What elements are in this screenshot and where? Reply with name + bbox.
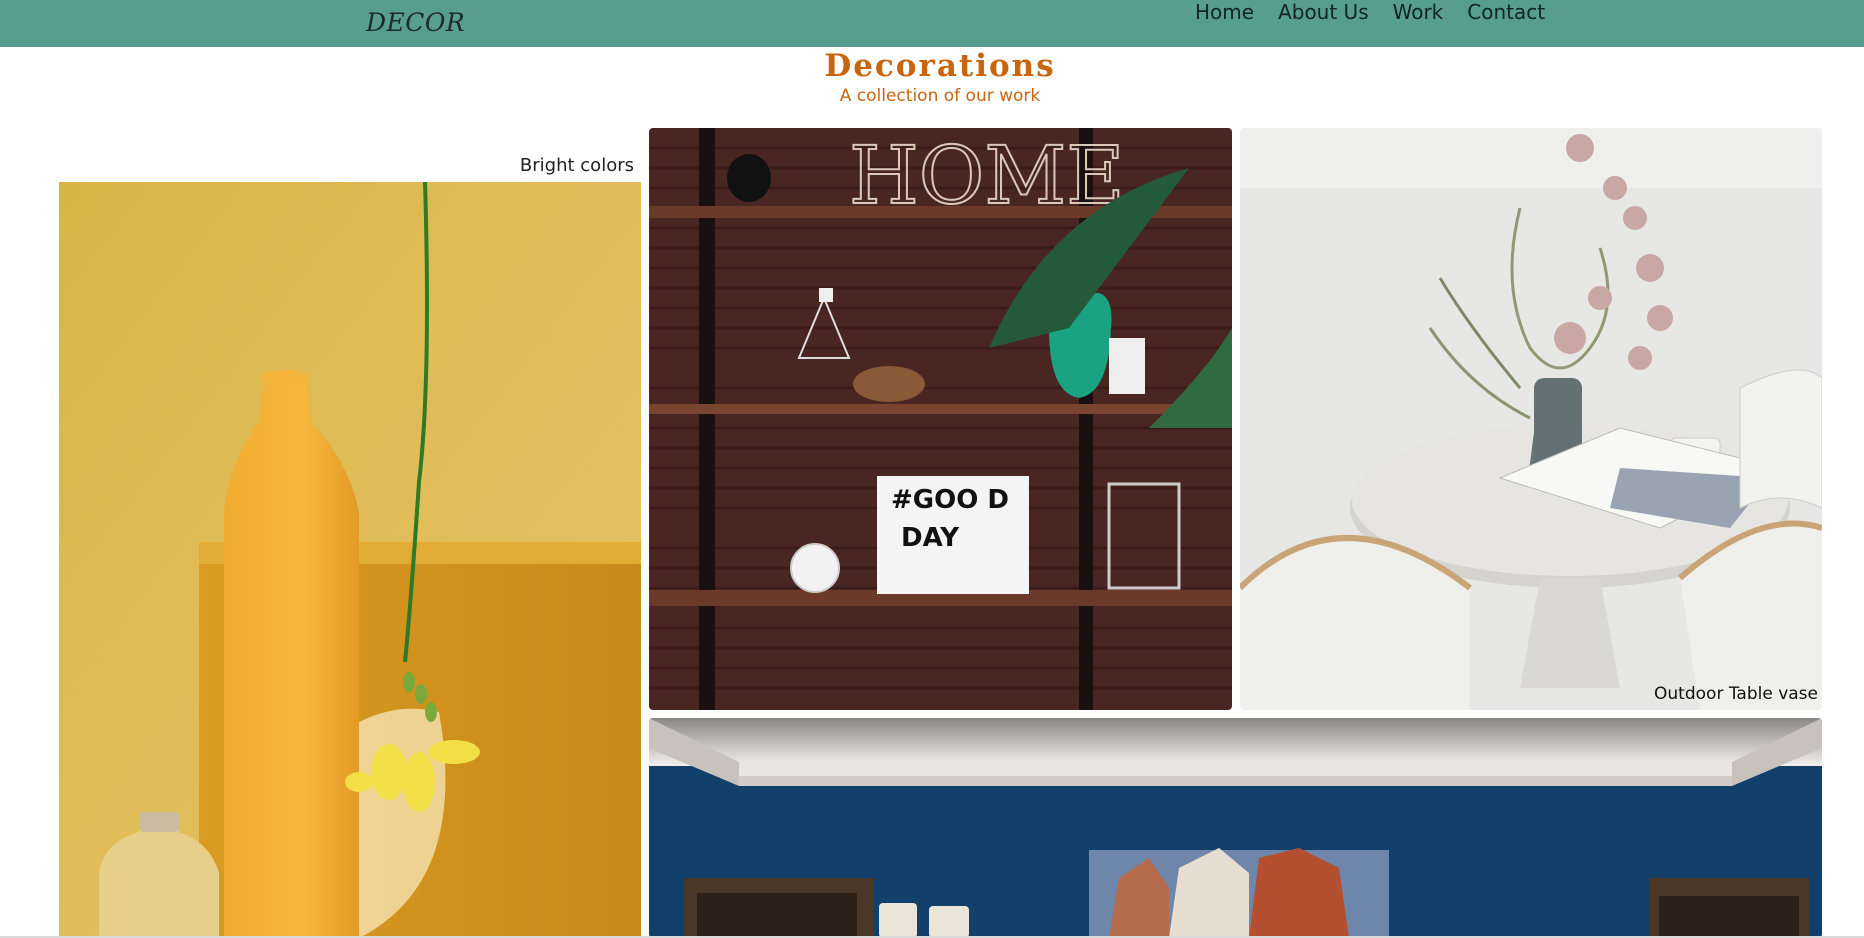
brand-logo[interactable]: DECOR (366, 8, 465, 37)
yellow-vase-illustration (59, 182, 641, 938)
top-navbar: DECOR Home About Us Work Contact (0, 0, 1864, 47)
nav-contact-link[interactable]: Contact (1467, 0, 1545, 24)
page-subtitle: A collection of our work (839, 86, 1041, 106)
outdoor-table-illustration (1240, 128, 1822, 710)
nav-home-link[interactable]: Home (1195, 0, 1254, 24)
caption-outdoor-table-vase: Outdoor Table vase (1654, 684, 1818, 704)
svg-text:#GOO D: #GOO D (891, 485, 1009, 515)
nav-links: Home About Us Work Contact (1195, 0, 1545, 24)
gallery-image-shelf[interactable]: HOME #GOO D DAY (649, 128, 1232, 710)
gallery-image-blue-room[interactable] (649, 718, 1822, 938)
gallery-image-outdoor-table[interactable] (1240, 128, 1822, 710)
page-title: Decorations (824, 48, 1056, 84)
svg-text:DAY: DAY (901, 523, 960, 553)
shelf-illustration: HOME #GOO D DAY (649, 128, 1232, 710)
svg-text:HOME: HOME (849, 129, 1125, 222)
blue-room-illustration (649, 718, 1822, 938)
caption-bright-colors: Bright colors (519, 155, 634, 176)
nav-work-link[interactable]: Work (1393, 0, 1444, 24)
nav-about-link[interactable]: About Us (1278, 0, 1369, 24)
gallery-image-yellow-vase[interactable] (59, 182, 641, 938)
